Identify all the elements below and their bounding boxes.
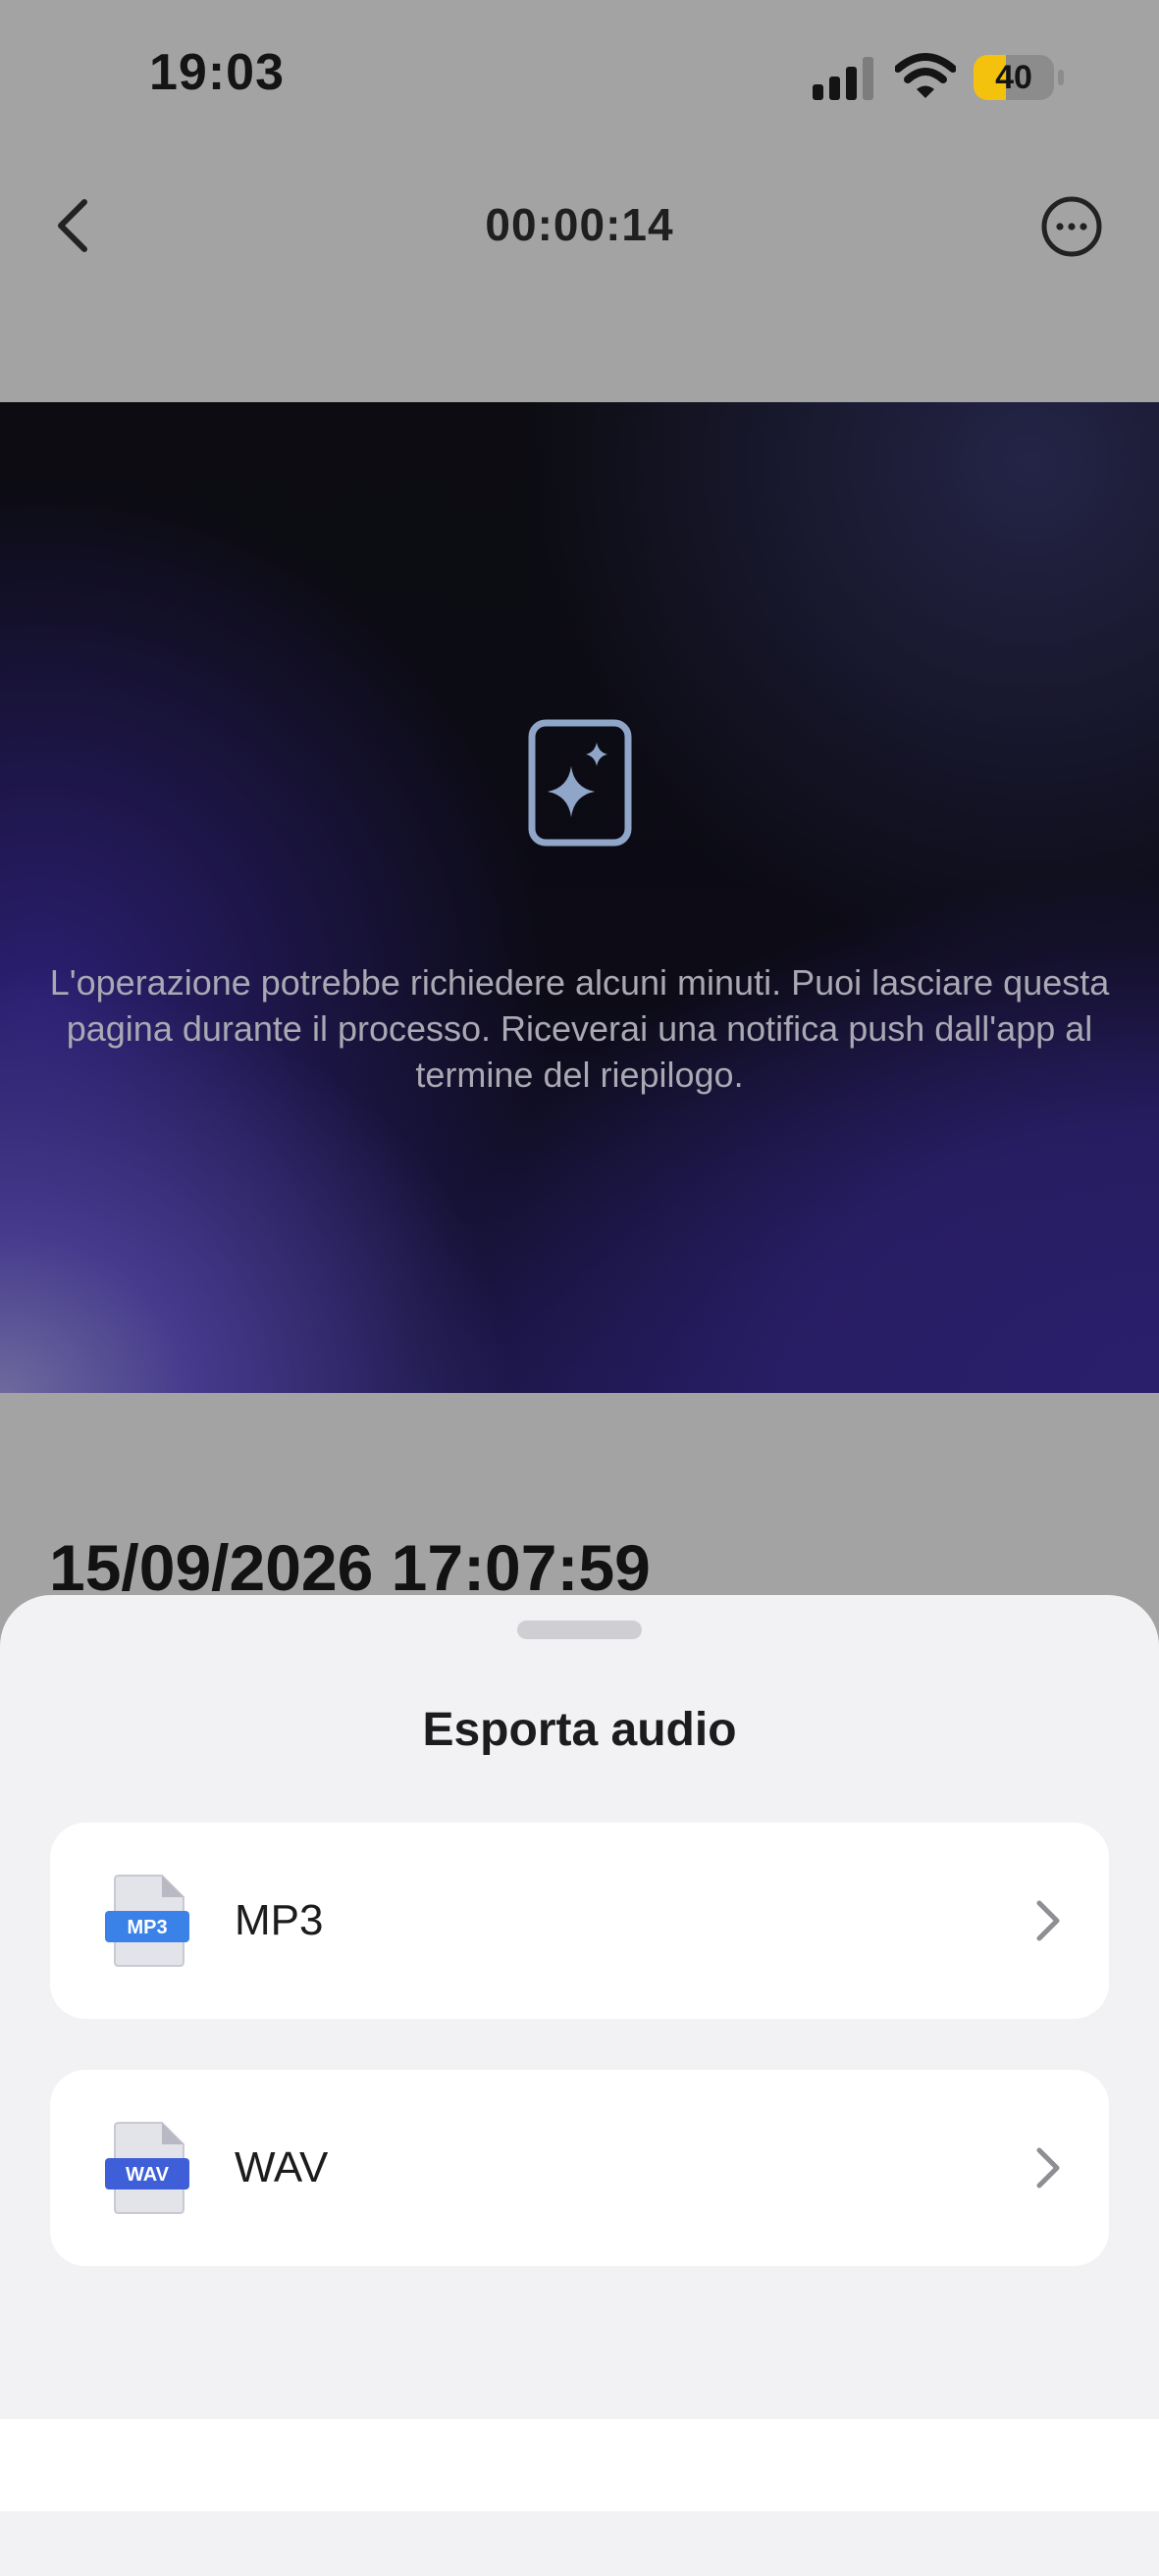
cellular-signal-icon [813,57,873,100]
wav-file-icon: WAV [105,2122,189,2214]
mp3-badge-text: MP3 [127,1917,167,1938]
mp3-file-icon: MP3 [105,1875,189,1967]
export-wav-option[interactable]: WAV WAV [50,2070,1109,2266]
sheet-title: Esporta audio [422,1704,737,1756]
wifi-icon [895,53,956,98]
processing-message: L'operazione potrebbe richiedere alcuni … [49,962,1110,1095]
chevron-right-icon [1036,2147,1060,2189]
summary-processing-panel: L'operazione potrebbe richiedere alcuni … [0,402,1159,1393]
option-label: MP3 [235,1896,324,1944]
more-options-icon[interactable] [1040,195,1103,258]
battery-indicator: 40 [974,55,1064,100]
sheet-bottom-area [0,2419,1159,2511]
status-time: 19:03 [149,44,285,101]
sheet-grabber-handle[interactable] [517,1621,642,1639]
chevron-right-icon [1036,1900,1060,1941]
export-mp3-option[interactable]: MP3 MP3 [50,1823,1109,2019]
recording-duration-title: 00:00:14 [485,199,674,250]
ai-sparkle-icon [528,719,632,847]
recording-date-heading: 15/09/2026 17:07:59 [49,1531,651,1604]
wav-badge-text: WAV [126,2164,170,2186]
battery-percentage: 40 [995,59,1032,96]
option-label: WAV [235,2143,329,2191]
